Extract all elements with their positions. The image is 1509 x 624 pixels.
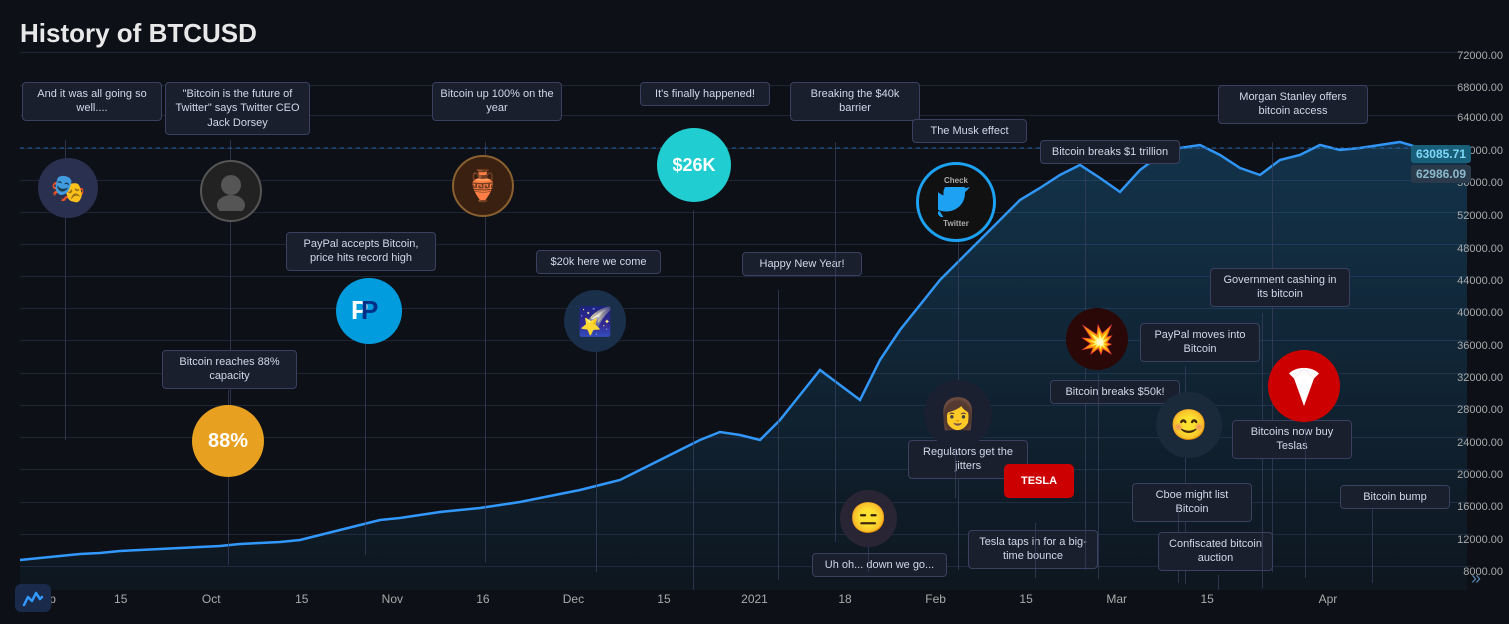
- annotation-bitcoin-bump: Bitcoin bump: [1340, 485, 1450, 509]
- x-label-feb: Feb: [925, 592, 946, 606]
- y-label-16000: 16000.00: [1457, 501, 1503, 513]
- ann-line-9: [835, 142, 836, 542]
- y-label-24000: 24000.00: [1457, 437, 1503, 449]
- x-label-oct: Oct: [202, 592, 221, 606]
- y-label-72000: 72000.00: [1457, 50, 1503, 62]
- annotation-20k: $20k here we come: [536, 250, 661, 274]
- annotation-confiscated: Confiscated bitcoin auction: [1158, 532, 1273, 571]
- y-label-32000: 32000.00: [1457, 372, 1503, 384]
- annotation-26k: It's finally happened!: [640, 82, 770, 106]
- annotation-happy-new-year: Happy New Year!: [742, 252, 862, 276]
- x-label-dec: Dec: [563, 592, 584, 606]
- annotation-50k: Bitcoin breaks $50k!: [1050, 380, 1180, 404]
- y-label-68000: 68000.00: [1457, 82, 1503, 94]
- y-label-28000: 28000.00: [1457, 404, 1503, 416]
- annotation-morgan-stanley: Morgan Stanley offers bitcoin access: [1218, 85, 1368, 124]
- annotation-government: Government cashing in its bitcoin: [1210, 268, 1350, 307]
- chart-logo: [15, 584, 51, 612]
- y-label-48000: 48000.00: [1457, 243, 1503, 255]
- ann-line-7: [693, 210, 694, 590]
- ann-line-14: [1085, 170, 1086, 570]
- ann-icon-paypal: P P: [336, 278, 402, 344]
- x-label-18: 18: [838, 592, 851, 606]
- y-label-64000: 64000.00: [1457, 112, 1503, 124]
- ann-line-21: [1372, 508, 1373, 583]
- ann-icon-tesla-logo: [1268, 350, 1340, 422]
- ann-line-20: [1305, 428, 1306, 578]
- annotation-88-capacity: Bitcoin reaches 88% capacity: [162, 350, 297, 389]
- y-label-40000: 40000.00: [1457, 307, 1503, 319]
- y-label-12000: 12000.00: [1457, 534, 1503, 546]
- price-low-label: 62986.09: [1411, 165, 1471, 183]
- ann-line-8: [778, 290, 779, 580]
- x-label-2021: 2021: [741, 592, 768, 606]
- x-label-15e: 15: [1201, 592, 1214, 606]
- ann-icon-26k: $26K: [657, 128, 731, 202]
- ann-icon-88pct: 88%: [192, 405, 264, 477]
- forward-arrow[interactable]: »: [1471, 568, 1481, 589]
- x-label-15d: 15: [1019, 592, 1032, 606]
- y-label-44000: 44000.00: [1457, 275, 1503, 287]
- ann-line-15: [1098, 374, 1099, 579]
- annotation-dorsey: "Bitcoin is the future of Twitter" says …: [165, 82, 310, 135]
- y-label-36000: 36000.00: [1457, 340, 1503, 352]
- annotation-paypal-bitcoin: PayPal moves into Bitcoin: [1140, 323, 1260, 362]
- y-label-8000: 8000.00: [1463, 566, 1503, 578]
- ann-icon-face: 😊: [1156, 392, 1222, 458]
- annotation-1trillion: Bitcoin breaks $1 trillion: [1040, 140, 1180, 164]
- ann-icon-100pct: 🏺: [452, 155, 514, 217]
- price-high-label: 63085.71: [1411, 145, 1471, 163]
- x-label-15c: 15: [657, 592, 670, 606]
- y-label-20000: 20000.00: [1457, 469, 1503, 481]
- ann-line-17b: [1218, 575, 1219, 590]
- ann-icon-50k: 💥: [1066, 308, 1128, 370]
- svg-text:P: P: [361, 295, 378, 325]
- chart-container: History of BTCUSD 72000.00 68000.00 6400…: [0, 0, 1509, 624]
- annotation-musk: The Musk effect: [912, 119, 1027, 143]
- annotation-100pct: Bitcoin up 100% on the year: [432, 82, 562, 121]
- annotation-down: Uh oh... down we go...: [812, 553, 947, 577]
- annotation-teslas: Bitcoins now buy Teslas: [1232, 420, 1352, 459]
- x-label-15a: 15: [114, 592, 127, 606]
- ann-icon-regulators: 👩: [924, 380, 992, 448]
- ann-icon-tesla-badge: TESLA: [1004, 464, 1074, 498]
- ann-icon-20k: 🌠: [564, 290, 626, 352]
- ann-line-18: [1272, 142, 1273, 572]
- x-label-nov: Nov: [382, 592, 403, 606]
- ann-icon-down: 😑: [840, 490, 897, 547]
- x-label-mar: Mar: [1106, 592, 1127, 606]
- annotation-tesla-bounce: Tesla taps in for a big-time bounce: [968, 530, 1098, 569]
- x-label-15b: 15: [295, 592, 308, 606]
- x-label-apr: Apr: [1319, 592, 1338, 606]
- annotation-paypal: PayPal accepts Bitcoin, price hits recor…: [286, 232, 436, 271]
- annotation-40k: Breaking the $40k barrier: [790, 82, 920, 121]
- ann-line-10: [868, 547, 869, 572]
- annotation-cboe: Cboe might list Bitcoin: [1132, 483, 1252, 522]
- ann-icon-twitter: Check Twitter: [916, 162, 996, 242]
- x-label-16: 16: [476, 592, 489, 606]
- ann-icon-dorsey: [200, 160, 262, 222]
- ann-line-13: [1035, 523, 1036, 578]
- y-label-52000: 52000.00: [1457, 210, 1503, 222]
- ann-icon-1: 🎭: [38, 158, 98, 218]
- annotation-going-well: And it was all going so well....: [22, 82, 162, 121]
